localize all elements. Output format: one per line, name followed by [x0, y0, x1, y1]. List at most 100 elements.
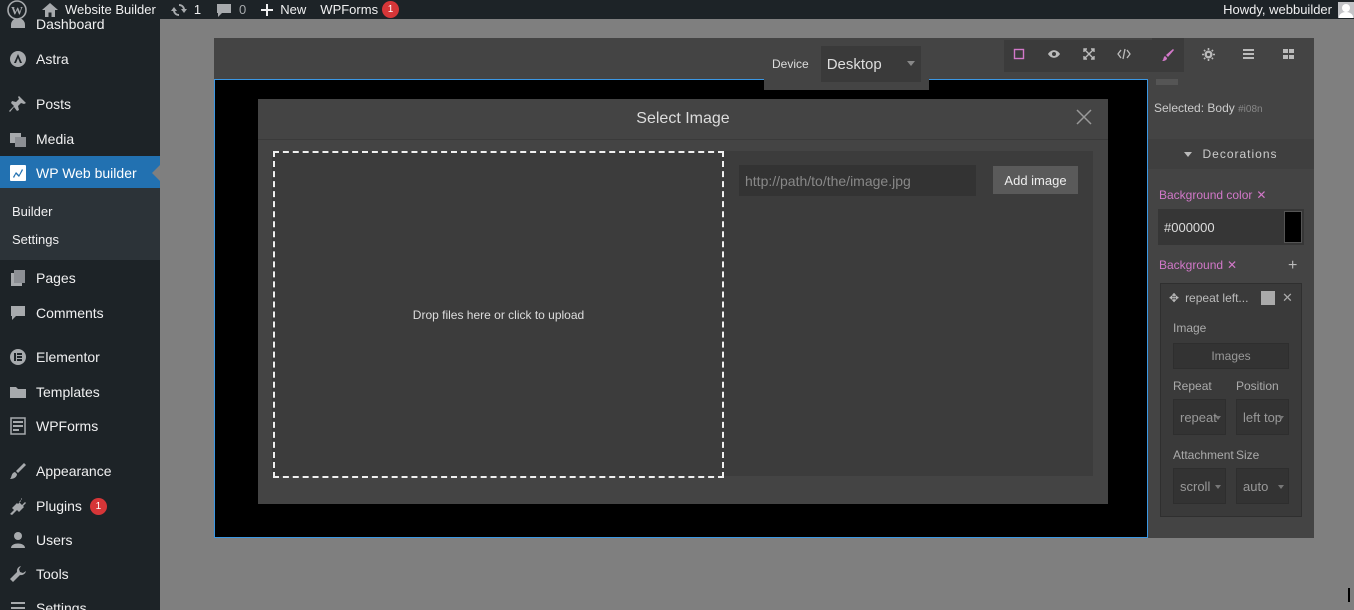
sector-title: Decorations	[1202, 147, 1278, 161]
builder-icon	[0, 164, 36, 182]
menu-item-wp-web-builder[interactable]: WP Web builder	[0, 156, 160, 190]
menu-label-dashboard: Dashboard	[36, 19, 105, 32]
bg-color-swatch[interactable]	[1284, 211, 1302, 243]
clear-bg-color-icon[interactable]: ✕	[1256, 188, 1266, 202]
images-button[interactable]: Images	[1173, 343, 1289, 369]
upload-dropzone[interactable]: Drop files here or click to upload	[273, 151, 724, 478]
new-content-link[interactable]: New	[253, 0, 313, 19]
refresh-icon	[170, 3, 187, 16]
submenu-wp-web-builder: Builder Settings	[0, 188, 160, 260]
menu-item-templates[interactable]: Templates	[0, 375, 160, 409]
comments-link[interactable]: 0	[208, 0, 253, 19]
add-image-button[interactable]: Add image	[993, 166, 1078, 194]
menu-item-dashboard[interactable]: Dashboard	[0, 19, 160, 41]
style-manager-panel: Selected: Body #i08n Decorations Backgro…	[1148, 79, 1314, 538]
site-name: Website Builder	[65, 2, 156, 17]
menu-item-tools[interactable]: Tools	[0, 557, 160, 591]
astra-icon	[0, 50, 36, 68]
elementor-icon	[0, 348, 36, 366]
bg-color-label: Background color ✕	[1159, 188, 1266, 202]
export-code-button[interactable]	[1108, 40, 1140, 68]
layer-manager-button[interactable]	[1232, 40, 1264, 68]
paintbrush-icon	[0, 462, 36, 480]
updates-link[interactable]: 1	[163, 0, 208, 19]
layer-preview-swatch	[1261, 291, 1275, 305]
paint-brush-icon	[1162, 49, 1174, 61]
position-label: Position	[1236, 379, 1279, 393]
sector-decorations[interactable]: Decorations	[1148, 139, 1314, 169]
bars-icon	[1242, 49, 1254, 59]
submenu-item-settings[interactable]: Settings	[12, 232, 59, 247]
close-icon[interactable]	[1074, 107, 1094, 127]
updates-count: 1	[193, 2, 202, 17]
size-value: auto	[1243, 478, 1269, 494]
attachment-select[interactable]: scroll	[1173, 468, 1226, 504]
site-name-link[interactable]: Website Builder	[34, 0, 163, 19]
menu-item-comments[interactable]: Comments	[0, 296, 160, 330]
code-icon	[1117, 48, 1131, 60]
trait-settings-button[interactable]	[1192, 40, 1224, 68]
menu-label-users: Users	[36, 532, 73, 548]
menu-label-comments: Comments	[36, 305, 104, 321]
plug-icon	[0, 497, 36, 515]
remove-layer-icon[interactable]: ✕	[1282, 290, 1293, 306]
menu-item-appearance[interactable]: Appearance	[0, 454, 160, 488]
position-value: left top	[1243, 409, 1283, 425]
wpforms-link[interactable]: WPForms 1	[313, 0, 406, 19]
blocks-button[interactable]	[1272, 40, 1304, 68]
style-manager-button[interactable]	[1152, 38, 1184, 72]
fullscreen-button[interactable]	[1073, 40, 1105, 68]
selected-prefix: Selected:	[1154, 101, 1205, 115]
selected-name: Body	[1207, 101, 1235, 115]
menu-item-wpforms[interactable]: WPForms	[0, 409, 160, 443]
asset-manager-body: Drop files here or click to upload Add i…	[272, 151, 1093, 478]
chevron-down-icon	[906, 61, 915, 66]
sliders-icon	[0, 599, 36, 610]
submenu-item-builder[interactable]: Builder	[12, 204, 52, 219]
menu-label-plugins: Plugins	[36, 498, 82, 514]
plugins-badge: 1	[89, 497, 107, 515]
image-label: Image	[1173, 321, 1207, 335]
dropzone-text: Drop files here or click to upload	[412, 307, 585, 322]
size-select[interactable]: auto	[1236, 468, 1289, 504]
menu-item-settings[interactable]: Settings	[0, 591, 160, 610]
media-icon	[0, 130, 36, 148]
menu-item-pages[interactable]: Pages	[0, 261, 160, 295]
home-icon	[42, 2, 58, 17]
layer-header[interactable]: ✥ repeat left... ✕	[1161, 284, 1303, 312]
wpforms-badge: 1	[382, 1, 400, 18]
bg-color-value: #000000	[1164, 219, 1215, 235]
avatar	[1338, 1, 1354, 18]
account-menu[interactable]: Howdy, webbuilder	[1216, 0, 1354, 19]
attachment-label: Attachment	[1173, 448, 1234, 462]
dashboard-icon	[0, 19, 36, 33]
menu-item-posts[interactable]: Posts	[0, 87, 160, 121]
device-label: Device	[772, 57, 809, 71]
image-url-input[interactable]	[739, 165, 976, 196]
background-layer: ✥ repeat left... ✕ Image Images Repeat P…	[1160, 283, 1302, 517]
menu-item-media[interactable]: Media	[0, 122, 160, 156]
menu-item-elementor[interactable]: Elementor	[0, 340, 160, 374]
position-select[interactable]: left top	[1236, 399, 1289, 435]
chevron-down-icon	[1215, 485, 1221, 489]
add-layer-icon[interactable]: +	[1288, 257, 1297, 275]
caret-down-icon	[1184, 151, 1193, 157]
modal-title: Select Image	[636, 110, 730, 127]
sw-visibility-button[interactable]	[1003, 40, 1035, 68]
preview-button[interactable]	[1038, 40, 1070, 68]
menu-label-appearance: Appearance	[36, 463, 112, 479]
bg-color-input[interactable]: #000000	[1158, 209, 1304, 245]
device-select[interactable]: Desktop	[820, 46, 921, 82]
selected-id: #i08n	[1238, 104, 1263, 115]
menu-label-tools: Tools	[36, 566, 69, 582]
menu-label-posts: Posts	[36, 96, 72, 112]
repeat-select[interactable]: repeat	[1173, 399, 1226, 435]
bg-color-label-text: Background color	[1159, 188, 1253, 202]
menu-item-plugins[interactable]: Plugins 1	[0, 489, 160, 523]
menu-item-users[interactable]: Users	[0, 523, 160, 557]
menu-item-astra[interactable]: Astra	[0, 42, 160, 76]
move-icon[interactable]: ✥	[1169, 291, 1179, 305]
clear-background-icon[interactable]: ✕	[1227, 258, 1237, 272]
wordpress-logo-icon[interactable]: W	[0, 0, 34, 20]
chevron-down-icon	[1278, 416, 1284, 420]
